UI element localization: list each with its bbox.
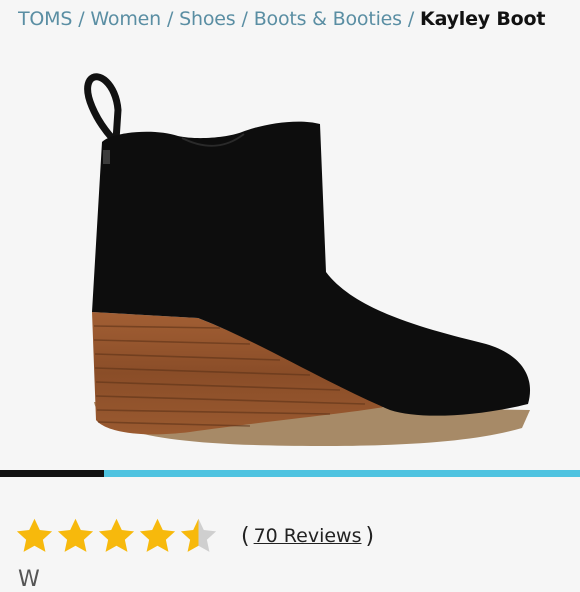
breadcrumb-toms[interactable]: TOMS: [18, 8, 72, 30]
breadcrumb: TOMS / Women / Shoes / Boots & Booties / Kayley …: [18, 6, 580, 32]
star-full-icon: [139, 518, 176, 552]
breadcrumb-separator: /: [78, 8, 85, 30]
breadcrumb-separator: /: [166, 8, 174, 30]
star-full-icon: [57, 518, 94, 552]
breadcrumb-separator: /: [407, 8, 415, 30]
star-rating: [14, 516, 219, 557]
product-image[interactable]: [0, 40, 580, 465]
rating-row: ( 70 Reviews ): [14, 514, 378, 558]
boot-image: [84, 73, 531, 446]
reviews-summary: ( 70 Reviews ): [241, 523, 375, 549]
image-carousel-progress-indicator: [0, 470, 105, 477]
breadcrumb-women[interactable]: Women: [90, 8, 161, 30]
star-full-icon: [98, 518, 135, 552]
star-half-icon: [180, 518, 217, 552]
breadcrumb-current-kayley-boot: Kayley Boot: [420, 8, 546, 30]
image-carousel-progress-track[interactable]: [0, 470, 580, 477]
breadcrumb-boots-booties[interactable]: Boots & Booties: [254, 8, 402, 30]
star-full-icon: [16, 518, 53, 552]
breadcrumb-separator: /: [241, 8, 248, 30]
reviews-link[interactable]: 70 Reviews: [254, 525, 362, 547]
breadcrumb-shoes[interactable]: Shoes: [179, 8, 236, 30]
